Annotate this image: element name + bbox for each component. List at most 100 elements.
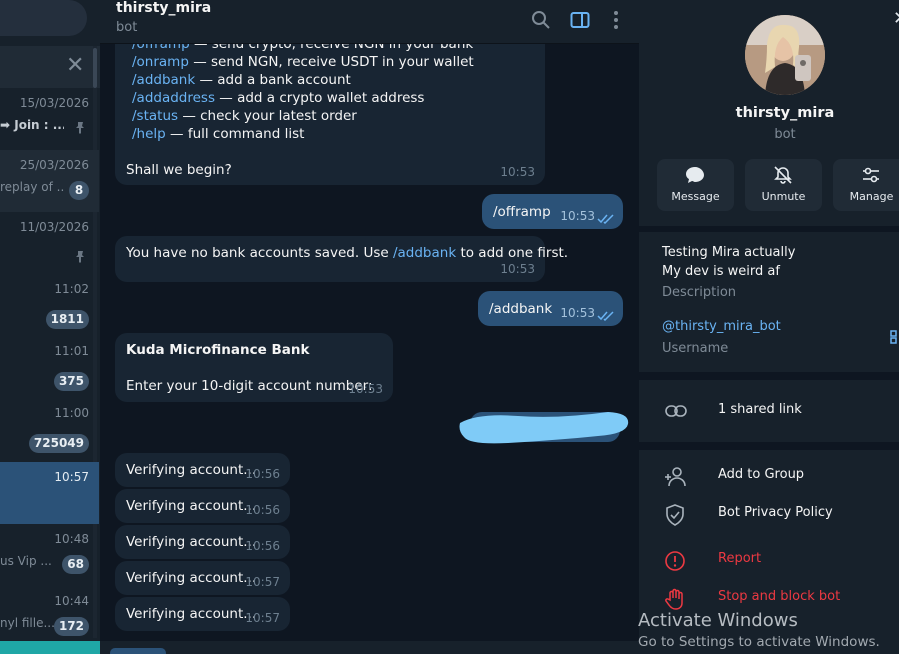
chat-preview: us Vip ... xyxy=(0,554,52,568)
message-text: Verifying account... xyxy=(126,534,257,550)
watermark-subtitle: Go to Settings to activate Windows. xyxy=(638,634,880,650)
chat-title[interactable]: thirsty_mira xyxy=(116,0,211,16)
read-ticks-icon xyxy=(597,311,614,321)
unread-badge: 68 xyxy=(62,555,89,574)
alert-icon xyxy=(665,551,685,571)
message-bubble-incoming[interactable]: Kuda Microfinance Bank Enter your 10-dig… xyxy=(115,333,393,402)
search-input[interactable] xyxy=(0,0,87,36)
message-time: 10:56 xyxy=(245,503,280,517)
message-title: Kuda Microfinance Bank xyxy=(126,342,310,358)
message-time: 10:57 xyxy=(245,575,280,589)
unmute-button-label: Unmute xyxy=(761,190,806,203)
chat-header: thirsty_mira bot xyxy=(100,0,639,44)
search-icon[interactable] xyxy=(530,9,552,31)
command-link[interactable]: /addbank xyxy=(132,72,195,88)
chat-area: thirsty_mira bot /offramp — send crypto,… xyxy=(100,0,639,654)
add-user-icon xyxy=(665,467,686,487)
command-link[interactable]: /status xyxy=(132,108,178,124)
message-time: 10:53 xyxy=(560,209,595,223)
divider xyxy=(639,372,899,380)
privacy-policy-item[interactable]: Bot Privacy Policy xyxy=(639,496,899,532)
telegram-window: ✕ 15/03/2026 ➡ Join : ... 25/03/2026 rep… xyxy=(0,0,899,654)
command-link[interactable]: /onramp xyxy=(132,54,189,70)
chat-list-item-active[interactable]: 10:57 xyxy=(0,462,99,524)
sidebar-toggle-icon[interactable] xyxy=(569,9,591,31)
command-link[interactable]: /addaddress xyxy=(132,90,215,106)
message-text: Verifying account... xyxy=(126,462,257,478)
username-link[interactable]: @thirsty_mira_bot xyxy=(662,319,781,334)
command-desc: — full command list xyxy=(165,126,305,142)
command-line: /help — full command list xyxy=(132,125,542,143)
close-icon[interactable]: ✕ xyxy=(893,8,899,29)
command-link[interactable]: /addbank xyxy=(393,245,456,261)
description-label: Description xyxy=(662,285,737,300)
message-text: Shall we begin? xyxy=(126,162,232,178)
chat-list-item[interactable]: 11:01 375 xyxy=(0,336,99,398)
add-to-group-item[interactable]: Add to Group xyxy=(639,458,899,494)
chat-date: 11/03/2026 xyxy=(19,220,89,234)
message-button[interactable]: Message xyxy=(657,159,734,211)
chat-date: 11:01 xyxy=(54,344,89,358)
message-time: 10:53 xyxy=(500,262,535,276)
message-bubble-incoming[interactable]: /offramp — send crypto, receive NGN in y… xyxy=(115,22,545,185)
message-bubble-incoming[interactable]: Verifying account... 10:56 xyxy=(115,525,290,559)
chat-list-item[interactable]: 11/03/2026 xyxy=(0,212,99,274)
chat-list-item[interactable]: 10:48 us Vip ... 68 xyxy=(0,524,99,586)
report-item[interactable]: Report xyxy=(639,542,899,578)
message-time: 10:56 xyxy=(245,467,280,481)
composer-button[interactable] xyxy=(110,648,166,654)
command-desc: — add a bank account xyxy=(195,72,351,88)
message-bubble-incoming[interactable]: You have no bank accounts saved. Use /ad… xyxy=(115,236,568,282)
chat-list-item[interactable]: 25/03/2026 replay of ... 8 xyxy=(0,150,99,212)
watermark-title: Activate Windows xyxy=(638,610,798,631)
chat-list-item[interactable]: 11:02 1811 xyxy=(0,274,99,336)
chat-list-item[interactable]: 15/03/2026 ➡ Join : ... xyxy=(0,88,99,150)
message-bubble-incoming[interactable]: Verifying account... 10:57 xyxy=(115,561,290,595)
chat-list-banner xyxy=(0,46,100,88)
chat-date: 11:02 xyxy=(54,282,89,296)
command-desc: — add a crypto wallet address xyxy=(215,90,425,106)
message-bubble-incoming[interactable]: Verifying account... 10:57 xyxy=(115,597,290,631)
chat-preview: replay of ... xyxy=(0,180,64,194)
manage-button[interactable]: Manage xyxy=(833,159,899,211)
bell-off-icon xyxy=(774,166,792,184)
composer-bar[interactable] xyxy=(100,641,639,654)
divider xyxy=(639,442,899,450)
chat-status: bot xyxy=(116,20,138,35)
chat-preview: ➡ Join : ... xyxy=(0,118,64,132)
message-bubble-outgoing[interactable]: /addbank 10:53 xyxy=(478,291,623,326)
message-bubble-incoming[interactable]: Verifying account... 10:56 xyxy=(115,453,290,487)
command-desc: — send NGN, receive USDT in your wallet xyxy=(188,54,474,70)
chat-list-item[interactable]: 10:44 nyl fille... 172 xyxy=(0,586,99,648)
shared-links-label: 1 shared link xyxy=(718,402,802,417)
description-text: Testing Mira actually My dev is weird af xyxy=(662,245,796,279)
unmute-button[interactable]: Unmute xyxy=(745,159,822,211)
chat-date: 25/03/2026 xyxy=(19,158,89,172)
pin-icon xyxy=(74,250,86,264)
stop-block-label: Stop and block bot xyxy=(718,589,841,604)
sliders-icon xyxy=(863,167,879,183)
close-icon[interactable]: ✕ xyxy=(66,55,84,77)
chat-list-item[interactable]: 11:00 725049 xyxy=(0,398,99,460)
shared-links-item[interactable]: 1 shared link xyxy=(639,393,899,429)
manage-button-label: Manage xyxy=(849,190,894,203)
read-ticks-icon xyxy=(597,214,614,224)
message-bubble-incoming[interactable]: Verifying account... 10:56 xyxy=(115,489,290,523)
unread-badge: 172 xyxy=(53,617,89,636)
privacy-policy-label: Bot Privacy Policy xyxy=(718,505,833,520)
avatar[interactable] xyxy=(745,15,825,95)
profile-type: bot xyxy=(774,127,796,142)
command-list: /offramp — send crypto, receive NGN in y… xyxy=(132,35,542,143)
command-link[interactable]: /help xyxy=(132,126,166,142)
divider xyxy=(639,226,899,232)
more-options-icon[interactable] xyxy=(605,9,627,31)
command-line: /addaddress — add a crypto wallet addres… xyxy=(132,89,542,107)
message-bubble-outgoing[interactable]: /offramp 10:53 xyxy=(482,194,623,229)
qr-code-icon[interactable] xyxy=(889,329,899,345)
message-text: Verifying account... xyxy=(126,570,257,586)
message-time: 10:56 xyxy=(245,539,280,553)
unread-badge: 8 xyxy=(69,181,89,200)
message-time: 10:53 xyxy=(500,165,535,179)
chat-list-scrollbar-thumb[interactable] xyxy=(93,48,97,88)
chat-date: 10:48 xyxy=(54,532,89,546)
